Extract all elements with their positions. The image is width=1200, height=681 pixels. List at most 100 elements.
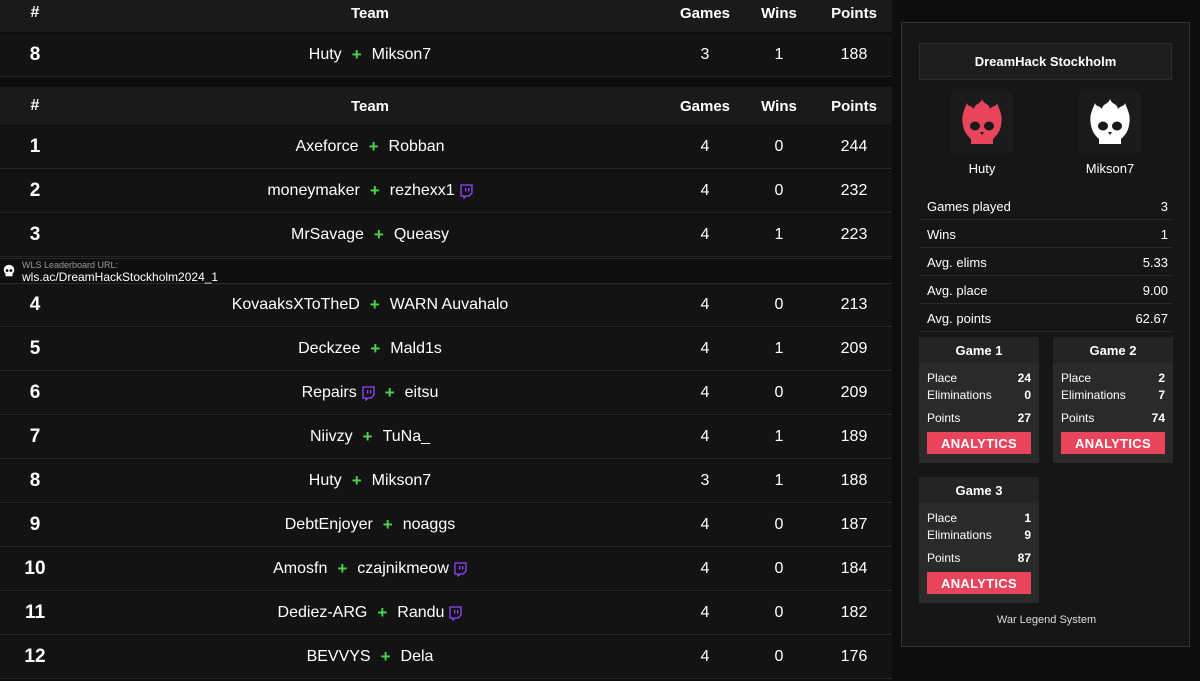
player-name[interactable]: Mikson7	[372, 472, 432, 490]
row-points: 182	[840, 604, 868, 621]
player-name[interactable]: KovaaksXToTheD	[232, 296, 360, 314]
row-wins: 0	[774, 182, 784, 199]
analytics-button[interactable]: ANALYTICS	[1061, 432, 1165, 454]
row-team: Axeforce + Robban	[70, 126, 670, 168]
skull-flame-icon	[1090, 99, 1130, 144]
table-row[interactable]: 1 Axeforce + Robban 4 0 244	[0, 126, 892, 169]
player-name[interactable]: Deckzee	[298, 340, 360, 358]
player-name[interactable]: Mikson7	[372, 46, 432, 64]
analytics-button[interactable]: ANALYTICS	[927, 572, 1031, 594]
player-name[interactable]: Randu	[397, 604, 463, 622]
player-name[interactable]: moneymaker	[267, 182, 359, 200]
player-name[interactable]: rezhexx1	[390, 182, 473, 200]
player-name[interactable]: Dediez-ARG	[278, 604, 368, 622]
row-team: Huty + Mikson7	[70, 34, 670, 76]
twitch-icon[interactable]	[448, 605, 463, 621]
event-title: DreamHack Stockholm	[919, 43, 1172, 80]
player-name[interactable]: czajnikmeow	[357, 560, 467, 578]
game-card: Game 2 Place 2 Eliminations 7 Points 74 ANALYTI…	[1053, 337, 1173, 463]
player-name-text: noaggs	[402, 516, 456, 533]
header-team: Team	[350, 97, 390, 115]
game-points: Points 27	[927, 411, 1031, 425]
row-team: BEVVYS + Dela	[70, 636, 670, 678]
row-points: 209	[840, 384, 868, 401]
stat-label: Eliminations	[927, 388, 992, 402]
analytics-button[interactable]: ANALYTICS	[927, 432, 1031, 454]
player-name[interactable]: WARN Auvahalo	[390, 296, 509, 314]
stat-value: 9	[1024, 528, 1031, 542]
player-card[interactable]: Huty	[951, 91, 1013, 176]
plus-icon: +	[382, 515, 393, 534]
row-games: 4	[700, 516, 710, 533]
game-elims: Eliminations 9	[927, 528, 1031, 542]
plus-icon: +	[370, 339, 381, 358]
table-row[interactable]: 7 Niivzy + TuNa_ 4 1 189	[0, 416, 892, 459]
player-name[interactable]: Niivzy	[310, 428, 353, 446]
header-games: Games	[679, 4, 731, 22]
table-row[interactable]: 10 Amosfn + czajnikmeow 4 0 184	[0, 548, 892, 591]
player-name-text: TuNa_	[382, 428, 431, 445]
plus-icon: +	[384, 383, 395, 402]
stat-value: 7	[1158, 388, 1165, 402]
stat-value: 1	[1160, 227, 1168, 242]
row-team: Niivzy + TuNa_	[70, 416, 670, 458]
stat-label: Points	[1061, 411, 1095, 425]
game-place: Place 24	[927, 371, 1031, 385]
table-row[interactable]: 2 moneymaker + rezhexx1 4 0 232	[0, 170, 892, 213]
game-title: Game 1	[919, 337, 1039, 363]
row-games: 4	[700, 182, 710, 199]
game-card: Game 3 Place 1 Eliminations 9 Points 87 ANALYTI…	[919, 477, 1039, 603]
player-name[interactable]: DebtEnjoyer	[285, 516, 373, 534]
player-name-text: Repairs	[301, 384, 357, 401]
table-row[interactable]: 4 KovaaksXToTheD + WARN Auvahalo 4 0 213	[0, 284, 892, 327]
player-name[interactable]: noaggs	[403, 516, 456, 534]
player-name[interactable]: eitsu	[405, 384, 439, 402]
player-name-text: Huty	[308, 472, 342, 489]
table-row[interactable]: 12 BEVVYS + Dela 4 0 176	[0, 636, 892, 679]
row-points: 213	[840, 296, 868, 313]
player-name[interactable]: Huty	[309, 46, 342, 64]
player-name[interactable]: MrSavage	[291, 226, 364, 244]
player-name[interactable]: Amosfn	[273, 560, 327, 578]
header-wins: Wins	[761, 97, 797, 115]
table-row[interactable]: 9 DebtEnjoyer + noaggs 4 0 187	[0, 504, 892, 547]
player-name[interactable]: Robban	[389, 138, 445, 156]
player-name-text: Niivzy	[309, 428, 353, 445]
player-name[interactable]: Mald1s	[390, 340, 442, 358]
table-row[interactable]: 3 MrSavage + Queasy 4 1 223	[0, 214, 892, 257]
stat-row: Avg. place 9.00	[919, 276, 1172, 304]
player-name[interactable]: Repairs	[302, 384, 375, 402]
row-team: KovaaksXToTheD + WARN Auvahalo	[70, 284, 670, 326]
row-wins: 0	[774, 604, 784, 621]
table-row[interactable]: 6 Repairs + eitsu 4 0 209	[0, 372, 892, 415]
twitch-icon[interactable]	[459, 183, 473, 199]
table-row[interactable]: 8 Huty + Mikson7 3 1 188	[0, 460, 892, 503]
row-games: 4	[700, 428, 710, 445]
stat-value: 2	[1158, 371, 1165, 385]
player-name-text: WARN Auvahalo	[389, 296, 509, 313]
player-name[interactable]: Dela	[401, 648, 434, 666]
player-name[interactable]: BEVVYS	[307, 648, 371, 666]
highlighted-team-row[interactable]: 8 Huty + Mikson7 3 1 188	[0, 34, 892, 77]
player-name[interactable]: Queasy	[394, 226, 449, 244]
row-games: 3	[700, 472, 710, 489]
player-name[interactable]: Axeforce	[295, 138, 358, 156]
banner-url[interactable]: wls.ac/DreamHackStockholm2024_1	[22, 270, 218, 284]
row-wins: 1	[774, 472, 784, 489]
game-points: Points 74	[1061, 411, 1165, 425]
stat-value: 87	[1017, 551, 1031, 565]
twitch-icon[interactable]	[453, 561, 467, 577]
twitch-icon[interactable]	[361, 385, 375, 401]
table-row[interactable]: 5 Deckzee + Mald1s 4 1 209	[0, 328, 892, 371]
table-row[interactable]: 11 Dediez-ARG + Randu 4 0 182	[0, 592, 892, 635]
row-games: 4	[700, 296, 710, 313]
row-rank: 3	[29, 224, 41, 245]
player-name[interactable]: Huty	[309, 472, 342, 490]
game-title: Game 3	[919, 477, 1039, 503]
stat-label: Avg. elims	[927, 255, 987, 270]
leaderboard-url-banner[interactable]: WLS Leaderboard URL: wls.ac/DreamHackSto…	[0, 258, 892, 284]
player-card[interactable]: Mikson7	[1079, 91, 1141, 176]
player-name[interactable]: TuNa_	[383, 428, 430, 446]
header-points: Points	[831, 97, 877, 115]
player-name-text: Robban	[388, 138, 445, 155]
